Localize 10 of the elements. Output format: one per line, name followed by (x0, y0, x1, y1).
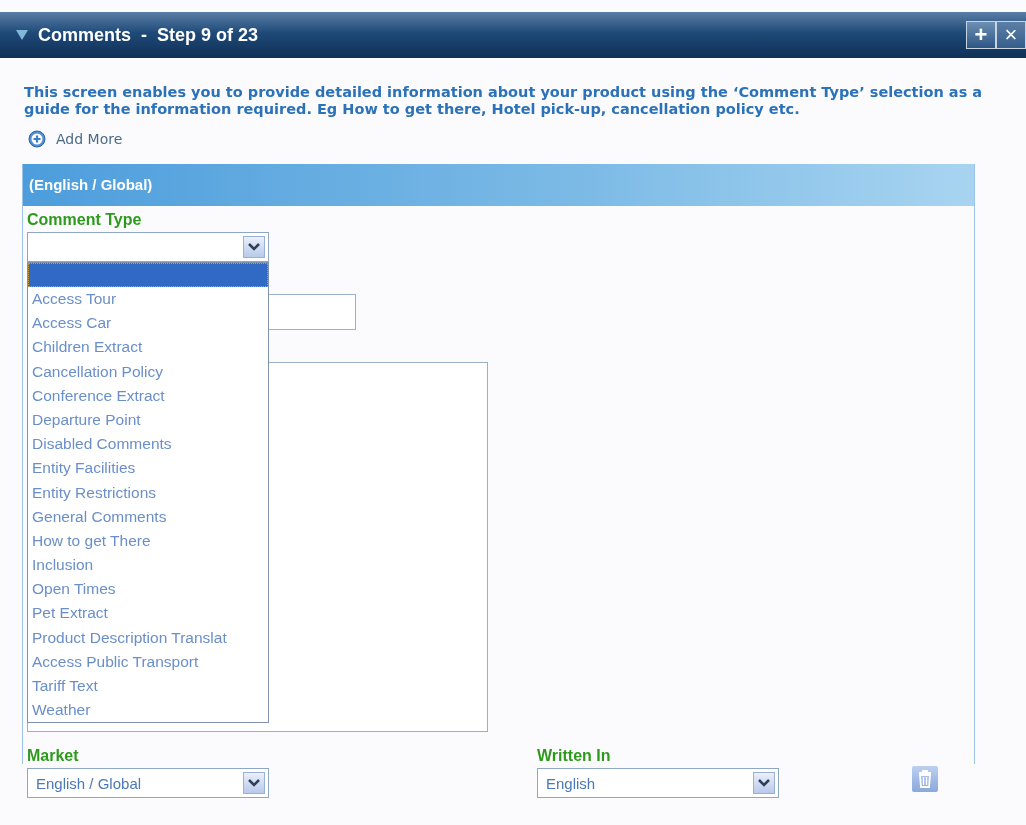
field-label: Market (27, 746, 80, 766)
select-value: English / Global (35, 774, 142, 792)
step-indicator: Step 9 of 23 (157, 24, 259, 46)
title-separator: - (141, 24, 147, 46)
field-label: Written In (537, 746, 612, 766)
window-title: Comments (38, 24, 131, 46)
field-label: Comment Type (27, 210, 143, 230)
intro-text: This screen enables you to provide detailed information about your product using the ‘Comment Type’ selection as a guide for the information required. Eg How to get there, Hotel pick-up, cancellation policy etc. (24, 84, 984, 118)
section-header: (English / Global) (23, 164, 974, 206)
select-value: English (545, 774, 596, 792)
